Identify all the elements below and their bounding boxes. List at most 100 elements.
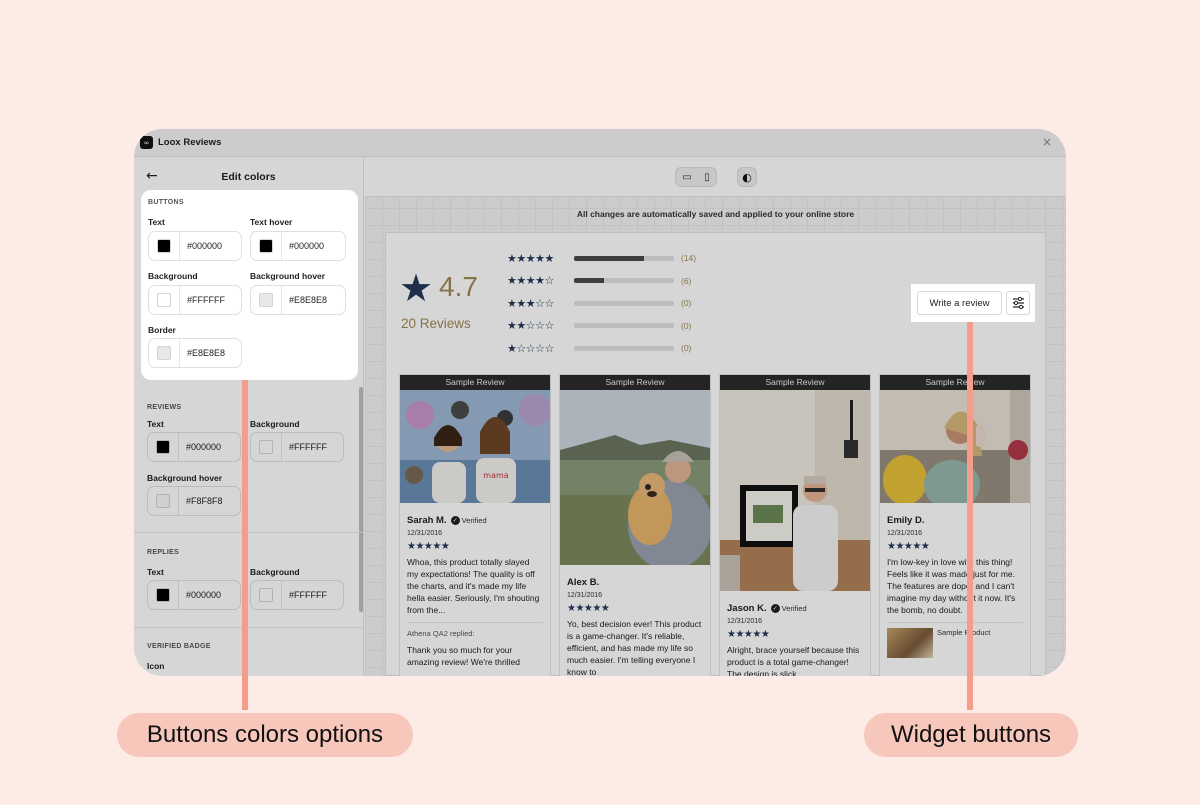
hex-value[interactable]: #E8E8E8 (187, 348, 225, 358)
verified-badge-icon-label: Icon (147, 661, 165, 671)
review-card[interactable]: Sample Review Emily D. 12/31/2016 ★★★★★ … (879, 374, 1031, 676)
review-card[interactable]: Sample Review Jason K. ✓ Verified 12/31/… (719, 374, 871, 676)
autosave-notice: All changes are automatically saved and … (576, 209, 855, 219)
distribution-row[interactable]: ★★★★★ (14) (507, 251, 696, 265)
buttons-background-hover-color-field[interactable]: #E8E8E8 (250, 285, 346, 315)
review-count: 20 Reviews (401, 316, 471, 331)
buttons-text-color-field[interactable]: #000000 (148, 231, 242, 261)
buttons-border-color-field[interactable]: #E8E8E8 (148, 338, 242, 368)
loox-logo-icon: ∞ (140, 136, 153, 149)
back-arrow-icon[interactable]: ← (146, 168, 158, 184)
color-swatch[interactable] (157, 293, 171, 307)
review-card[interactable]: Sample Review mama Sarah M. ✓ Verified 1… (399, 374, 551, 676)
check-icon: ✓ (770, 604, 780, 613)
desktop-icon[interactable]: ▭ (682, 172, 691, 183)
review-date: 12/31/2016 (567, 592, 603, 599)
color-swatch[interactable] (259, 293, 273, 307)
review-date: 12/31/2016 (727, 618, 763, 625)
distribution-stars: ★★★☆☆ (507, 296, 554, 310)
color-swatch[interactable] (259, 239, 273, 253)
sidebar-title: Edit colors (221, 171, 276, 183)
sample-review-banner: Sample Review (880, 375, 1030, 390)
color-swatch[interactable] (156, 588, 170, 602)
reply-block: Athena QA2 replied: Thank you so much fo… (407, 622, 543, 668)
hex-value[interactable]: #000000 (186, 442, 221, 452)
color-swatch[interactable] (259, 440, 273, 454)
callout-widget-buttons: Widget buttons (864, 713, 1078, 757)
hex-value[interactable]: #FFFFFF (289, 590, 327, 600)
svg-text:mama: mama (483, 471, 508, 480)
device-toggle[interactable]: ▭ ▯ (675, 167, 717, 187)
hex-value[interactable]: #FFFFFF (187, 295, 225, 305)
write-review-button[interactable]: Write a review (917, 291, 1002, 315)
widget-buttons-highlight: Write a review (911, 284, 1035, 322)
reviewer-name: Sarah M. (407, 515, 447, 526)
reviews-background-hover-label: Background hover (147, 473, 223, 483)
sliders-icon (1012, 297, 1024, 309)
product-row[interactable]: Sample Product (887, 622, 1023, 658)
distribution-stars: ★★★★☆ (507, 274, 554, 287)
hex-value[interactable]: #E8E8E8 (289, 295, 327, 305)
distribution-row[interactable]: ★★★★☆ (6) (507, 274, 691, 288)
review-stars: ★★★★★ (887, 541, 930, 552)
buttons-text-hover-label: Text hover (250, 217, 293, 227)
distribution-bar-fill (574, 278, 604, 283)
review-text: Whoa, this product totally slayed my exp… (407, 557, 540, 615)
review-photo[interactable]: mama (400, 390, 550, 503)
review-photo[interactable] (560, 390, 710, 570)
distribution-bar (574, 300, 674, 306)
distribution-count: (6) (681, 275, 692, 286)
theme-contrast-icon[interactable]: ◐ (737, 167, 757, 187)
reviews-text-color-field[interactable]: #000000 (147, 432, 241, 462)
buttons-background-hover-label: Background hover (250, 271, 326, 281)
section-label-reviews: REVIEWS (147, 404, 182, 411)
distribution-row[interactable]: ★★★☆☆ (0) (507, 296, 691, 310)
sidebar-scrollbar[interactable] (359, 387, 363, 612)
color-swatch[interactable] (156, 494, 170, 508)
close-icon[interactable]: × (1042, 135, 1052, 149)
replies-background-color-field[interactable]: #FFFFFF (250, 580, 344, 610)
product-thumbnail[interactable] (887, 628, 933, 658)
check-icon: ✓ (450, 516, 460, 525)
section-label-verified-badge: VERIFIED BADGE (147, 643, 211, 650)
review-card[interactable]: Sample Review Alex B. 12/31/2016 ★★★★★ Y… (559, 374, 711, 676)
product-name: Sample Product (937, 628, 991, 637)
hex-value[interactable]: #000000 (187, 241, 222, 251)
distribution-count: (14) (681, 253, 697, 263)
distribution-bar-fill (574, 255, 644, 261)
app-title: Loox Reviews (158, 137, 222, 148)
hex-value[interactable]: #F8F8F8 (186, 496, 223, 506)
review-photo[interactable] (720, 390, 870, 591)
hex-value[interactable]: #000000 (289, 241, 324, 251)
distribution-stars: ★★★★★ (507, 251, 554, 265)
replies-text-color-field[interactable]: #000000 (147, 580, 241, 610)
hex-value[interactable]: #FFFFFF (289, 442, 327, 452)
buttons-background-color-field[interactable]: #FFFFFF (148, 285, 242, 315)
reviewer-name: Jason K. (727, 603, 767, 614)
preview-toolbar: ▭ ▯ ◐ (365, 157, 1066, 197)
color-swatch[interactable] (156, 440, 170, 454)
distribution-bar (574, 323, 674, 328)
distribution-stars: ★☆☆☆☆ (507, 341, 554, 355)
buttons-colors-panel: BUTTONS Text #000000 Text hover #000000 … (141, 190, 358, 380)
replies-background-label: Background (250, 567, 300, 577)
hex-value[interactable]: #000000 (186, 590, 221, 600)
mobile-icon[interactable]: ▯ (704, 172, 710, 183)
color-swatch[interactable] (157, 346, 171, 360)
reviewer-name: Alex B. (567, 577, 600, 588)
filter-sliders-icon[interactable] (1006, 291, 1030, 315)
reviews-background-color-field[interactable]: #FFFFFF (250, 432, 344, 462)
review-date: 12/31/2016 (407, 530, 443, 537)
verified-badge: ✓ Verified (450, 516, 487, 525)
distribution-bar (574, 278, 674, 283)
review-photo[interactable] (880, 390, 1030, 510)
color-swatch[interactable] (259, 588, 273, 602)
reviews-background-hover-color-field[interactable]: #F8F8F8 (147, 486, 241, 516)
distribution-count: (0) (681, 343, 692, 353)
color-swatch[interactable] (157, 239, 171, 253)
buttons-text-hover-color-field[interactable]: #000000 (250, 231, 346, 261)
distribution-row[interactable]: ★☆☆☆☆ (0) (507, 341, 691, 355)
distribution-row[interactable]: ★★☆☆☆ (0) (507, 319, 691, 333)
sample-review-banner: Sample Review (720, 375, 870, 390)
replies-text-label: Text (147, 567, 164, 577)
